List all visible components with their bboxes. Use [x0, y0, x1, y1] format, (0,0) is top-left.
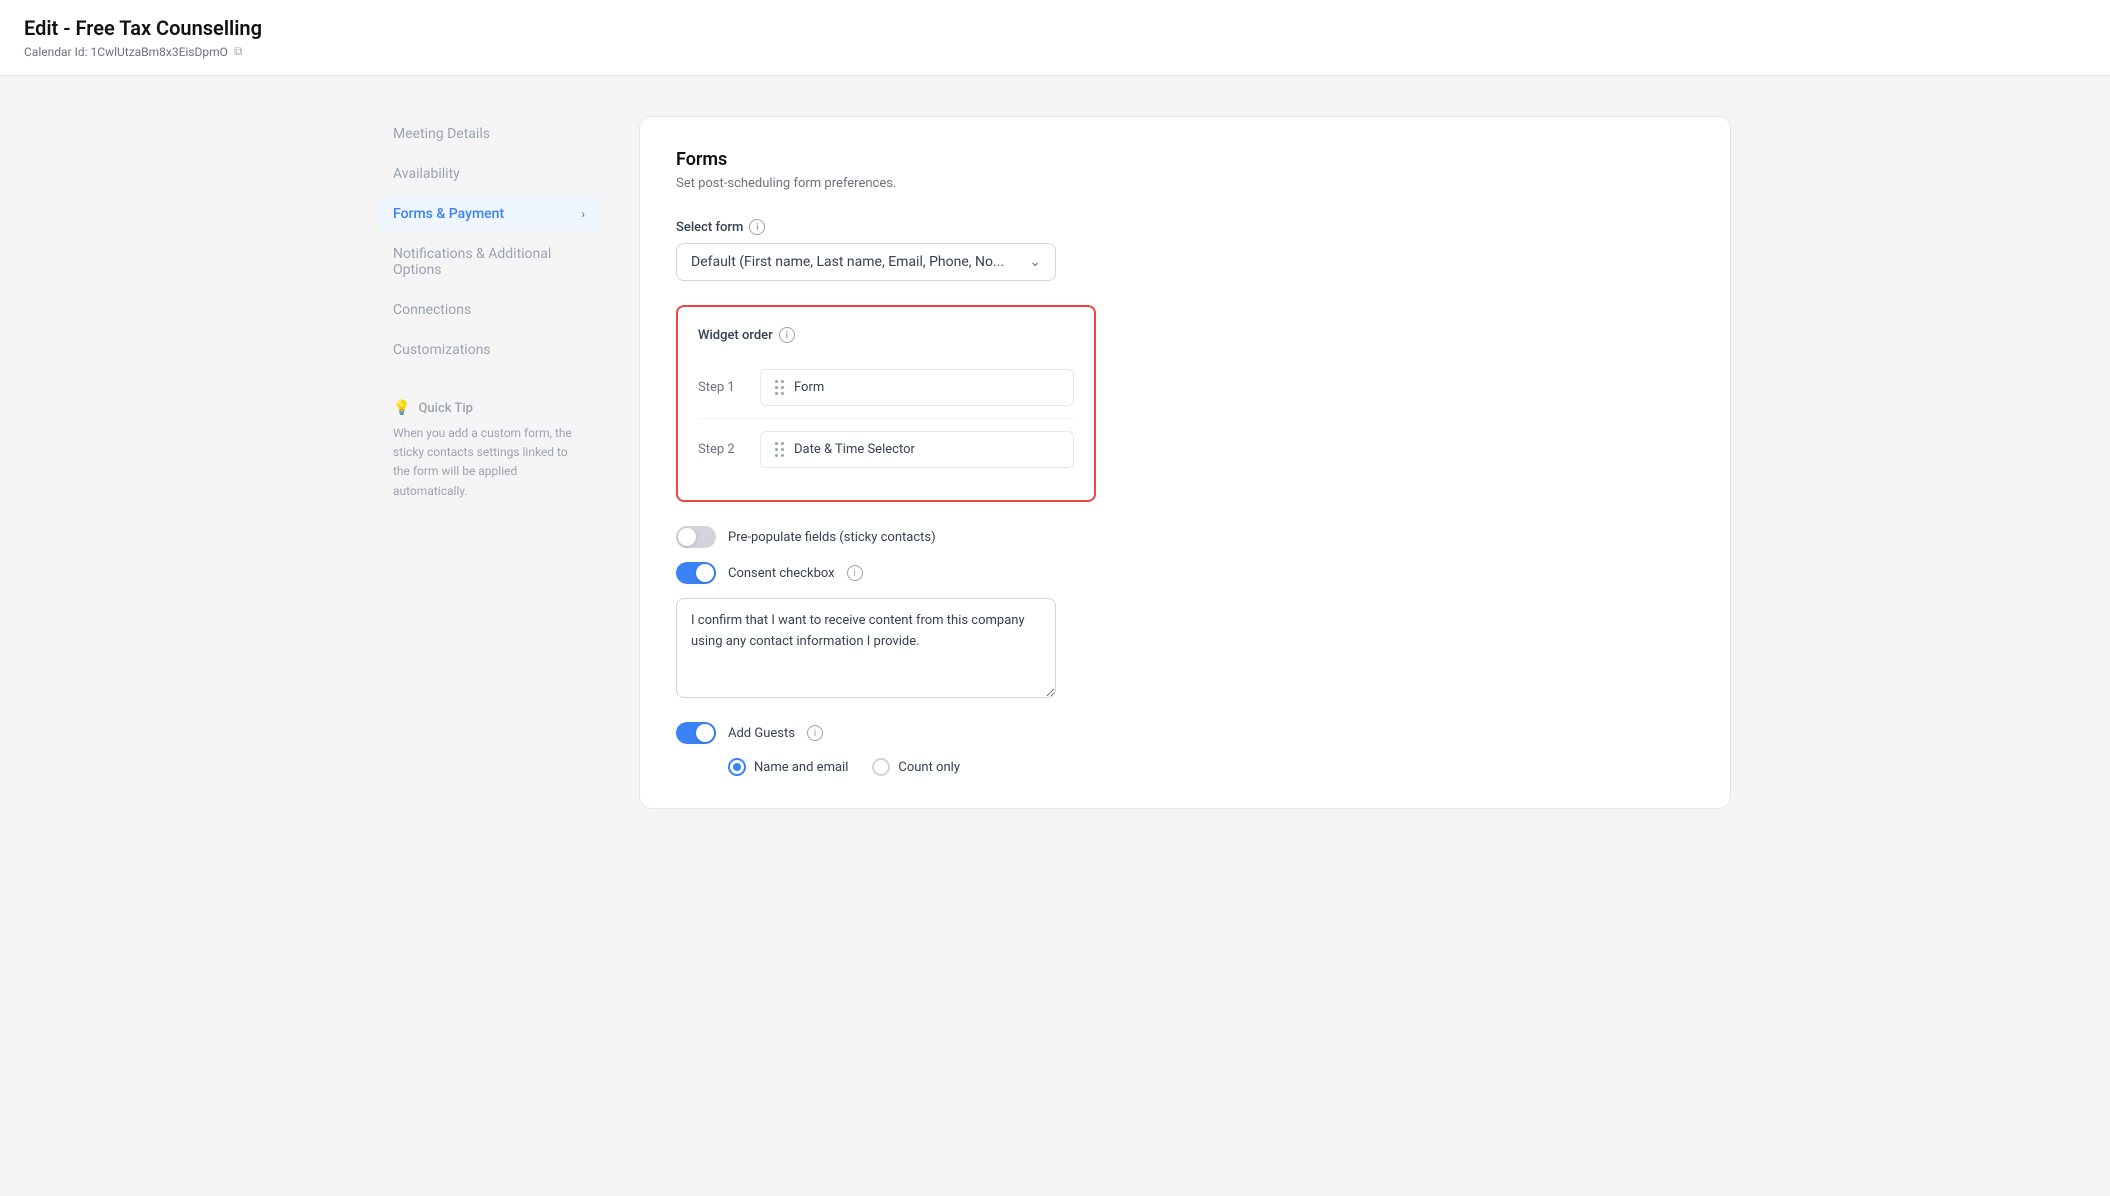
sidebar-nav: Meeting Details Availability Forms & Pay… — [379, 116, 599, 368]
chevron-right-icon: › — [581, 207, 585, 221]
radio-label-name-email: Name and email — [754, 760, 848, 775]
consent-checkbox-row: Consent checkbox i — [676, 562, 1694, 584]
calendar-id: Calendar Id: 1CwlUtzaBm8x3EisDpmO ⧉ — [24, 44, 2086, 59]
section-title: Forms — [676, 149, 1694, 170]
step-1-item: Form — [760, 369, 1074, 406]
copy-icon[interactable]: ⧉ — [234, 44, 243, 59]
section-desc: Set post-scheduling form preferences. — [676, 176, 1694, 191]
widget-order-box: Widget order i Step 1 — [676, 305, 1096, 502]
consent-info-icon[interactable]: i — [847, 565, 863, 581]
consent-label: Consent checkbox — [728, 566, 835, 581]
sidebar-item-customizations[interactable]: Customizations — [379, 332, 599, 368]
radio-label-count-only: Count only — [898, 760, 960, 775]
quick-tip-header: 💡 Quick Tip — [393, 400, 585, 416]
sidebar-item-forms-payment[interactable]: Forms & Payment › — [379, 196, 599, 232]
radio-name-email[interactable]: Name and email — [728, 758, 848, 776]
lightbulb-icon: 💡 — [393, 400, 410, 416]
step-2-label: Step 2 — [698, 442, 746, 457]
widget-step-2: Step 2 — [698, 419, 1074, 480]
quick-tip-text: When you add a custom form, the sticky c… — [393, 424, 585, 501]
page-header: Edit - Free Tax Counselling Calendar Id:… — [0, 0, 2110, 76]
drag-handle-1[interactable] — [775, 380, 784, 395]
pre-populate-label: Pre-populate fields (sticky contacts) — [728, 530, 936, 545]
widget-step-1: Step 1 — [698, 357, 1074, 419]
step-2-item: Date & Time Selector — [760, 431, 1074, 468]
add-guests-toggle[interactable] — [676, 722, 716, 744]
page-title: Edit - Free Tax Counselling — [24, 16, 2086, 40]
widget-order-info-icon[interactable]: i — [779, 327, 795, 343]
radio-circle-count-only — [872, 758, 890, 776]
pre-populate-toggle[interactable] — [676, 526, 716, 548]
select-form-info-icon[interactable]: i — [749, 219, 765, 235]
radio-group: Name and email Count only — [728, 758, 1694, 776]
radio-circle-name-email — [728, 758, 746, 776]
drag-handle-2[interactable] — [775, 442, 784, 457]
main-layout: Meeting Details Availability Forms & Pay… — [355, 76, 1755, 849]
chevron-down-icon: ⌄ — [1029, 254, 1041, 270]
quick-tip: 💡 Quick Tip When you add a custom form, … — [379, 400, 599, 501]
add-guests-label: Add Guests — [728, 726, 795, 741]
pre-populate-row: Pre-populate fields (sticky contacts) — [676, 526, 1694, 548]
sidebar-item-connections[interactable]: Connections — [379, 292, 599, 328]
sidebar-item-notifications[interactable]: Notifications & Additional Options — [379, 236, 599, 288]
select-form-dropdown[interactable]: Default (First name, Last name, Email, P… — [676, 243, 1056, 281]
select-form-label: Select form i — [676, 219, 1694, 235]
consent-textarea[interactable]: I confirm that I want to receive content… — [676, 598, 1056, 698]
step-1-item-label: Form — [794, 380, 824, 395]
sidebar-item-meeting-details[interactable]: Meeting Details — [379, 116, 599, 152]
add-guests-info-icon[interactable]: i — [807, 725, 823, 741]
step-2-item-label: Date & Time Selector — [794, 442, 915, 457]
widget-order-header: Widget order i — [698, 327, 1074, 343]
sidebar-item-availability[interactable]: Availability — [379, 156, 599, 192]
radio-count-only[interactable]: Count only — [872, 758, 960, 776]
step-1-label: Step 1 — [698, 380, 746, 395]
sidebar: Meeting Details Availability Forms & Pay… — [379, 116, 599, 809]
content-panel: Forms Set post-scheduling form preferenc… — [639, 116, 1731, 809]
consent-toggle[interactable] — [676, 562, 716, 584]
add-guests-row: Add Guests i — [676, 722, 1694, 744]
